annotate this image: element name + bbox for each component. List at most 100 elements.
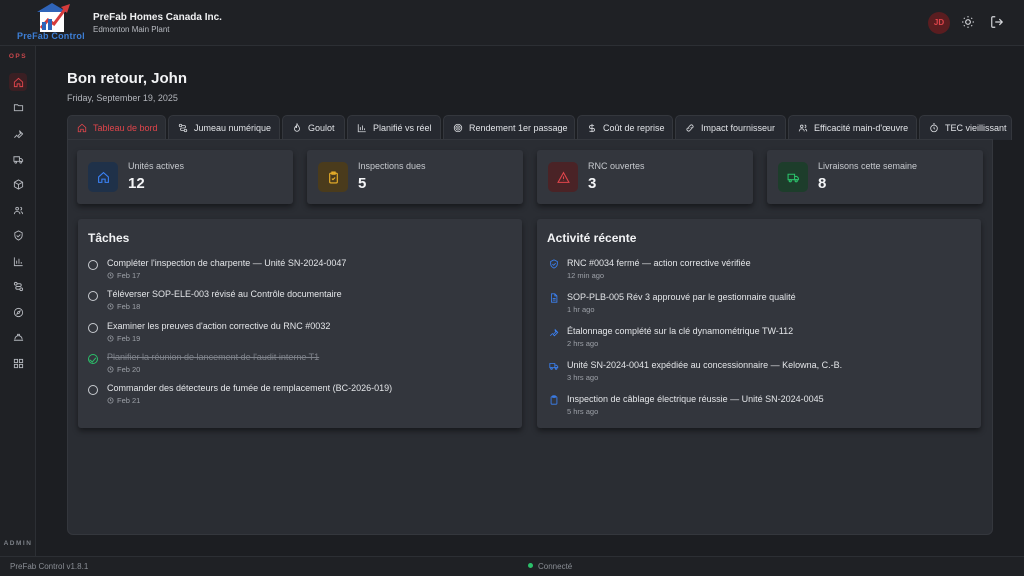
stat-card-inspections-due[interactable]: Inspections dues 5 — [307, 150, 523, 204]
stat-card-deliveries[interactable]: Livraisons cette semaine 8 — [767, 150, 983, 204]
tab-aging-wip[interactable]: TEC vieillissant — [919, 115, 1012, 140]
users-icon — [798, 124, 808, 132]
route-icon — [13, 281, 23, 291]
task-text: Planifier la réunion de lancement de l'a… — [107, 352, 320, 362]
task-text: Examiner les preuves d'action corrective… — [107, 321, 331, 331]
tab-rework-cost[interactable]: Coût de reprise — [577, 115, 673, 140]
activity-text: Inspection de câblage électrique réussie… — [567, 394, 824, 404]
task-checkbox[interactable] — [88, 291, 98, 301]
sidebar-item-safety[interactable] — [9, 328, 27, 346]
status-dot-icon — [528, 563, 533, 568]
activity-item[interactable]: Inspection de câblage électrique réussie… — [549, 394, 969, 424]
activity-time: 3 hrs ago — [567, 373, 599, 382]
task-item: Examiner les preuves d'action corrective… — [88, 321, 508, 349]
task-checkbox[interactable] — [88, 323, 98, 333]
warning-icon — [556, 171, 570, 183]
sidebar-item-apps[interactable] — [9, 354, 27, 372]
stat-card-open-ncr[interactable]: RNC ouvertes 3 — [537, 150, 753, 204]
home-icon — [77, 123, 87, 133]
logout-icon[interactable] — [990, 15, 1004, 29]
sidebar-item-inventory[interactable] — [9, 175, 27, 193]
app-version: PreFab Control v1.8.1 — [10, 562, 89, 571]
clipboard-icon — [550, 395, 558, 405]
task-due-date: Feb 21 — [107, 396, 140, 405]
tasks-title: Tâches — [88, 231, 130, 245]
clock-icon — [107, 366, 114, 373]
activity-card: Activité récente RNC #0034 fermé — actio… — [537, 219, 981, 428]
sidebar-item-documents[interactable] — [9, 98, 27, 116]
sun-icon[interactable] — [961, 15, 975, 29]
activity-item[interactable]: Étalonnage complété sur la clé dynamomét… — [549, 326, 969, 356]
task-due-date: Feb 17 — [107, 271, 140, 280]
tab-label: Planifié vs réel — [373, 123, 432, 133]
clock-icon — [107, 303, 114, 310]
page-title: Bon retour, John — [67, 70, 187, 87]
tab-supplier-impact[interactable]: Impact fournisseur — [675, 115, 786, 140]
sidebar-item-reports[interactable] — [9, 252, 27, 270]
stat-icon-bg — [778, 162, 808, 192]
task-checkbox[interactable] — [88, 385, 98, 395]
stat-value: 12 — [128, 175, 145, 192]
sidebar-item-quality[interactable] — [9, 226, 27, 244]
stat-value: 8 — [818, 175, 827, 192]
activity-time: 12 min ago — [567, 271, 605, 280]
stat-card-active-units[interactable]: Unités actives 12 — [77, 150, 293, 204]
sidebar-item-deliveries[interactable] — [9, 150, 27, 168]
activity-text: Étalonnage complété sur la clé dynamomét… — [567, 326, 794, 336]
activity-text: RNC #0034 fermé — action corrective véri… — [567, 258, 751, 268]
company-name: PreFab Homes Canada Inc. — [93, 12, 222, 23]
task-checkbox[interactable] — [88, 260, 98, 270]
tab-label: Goulot — [308, 123, 335, 133]
target-icon — [453, 123, 463, 133]
document-icon — [551, 293, 558, 303]
tab-label: Tableau de bord — [93, 123, 158, 133]
stat-label: Inspections dues — [358, 161, 426, 171]
sidebar-item-workflow[interactable] — [9, 277, 27, 295]
activity-time: 2 hrs ago — [567, 339, 599, 348]
flame-icon — [294, 123, 300, 132]
stat-icon-bg — [548, 162, 578, 192]
task-text: Compléter l'inspection de charpente — Un… — [107, 258, 347, 268]
route-icon — [178, 123, 188, 133]
tab-first-pass-yield[interactable]: Rendement 1er passage — [443, 115, 575, 140]
sidebar-item-users[interactable] — [9, 201, 27, 219]
chart-icon — [357, 124, 366, 133]
activity-time: 5 hrs ago — [567, 407, 599, 416]
clipboard-check-icon — [328, 171, 338, 183]
activity-item[interactable]: RNC #0034 fermé — action corrective véri… — [549, 258, 969, 288]
sidebar-section-ops: OPS — [8, 53, 28, 60]
tab-bottleneck[interactable]: Goulot — [282, 115, 345, 140]
grid-icon — [13, 358, 23, 368]
clock-icon — [107, 397, 114, 404]
dollar-icon — [589, 123, 595, 133]
activity-item[interactable]: Unité SN-2024-0041 expédiée au concessio… — [549, 360, 969, 390]
status-bar: PreFab Control v1.8.1 Connecté — [0, 556, 1024, 576]
sidebar-item-home[interactable] — [9, 73, 27, 91]
tab-digital-twin[interactable]: Jumeau numérique — [168, 115, 280, 140]
clock-icon — [107, 335, 114, 342]
stat-icon-bg — [318, 162, 348, 192]
truck-icon — [787, 173, 799, 182]
sidebar-item-explore[interactable] — [9, 303, 27, 321]
wrench-icon — [549, 328, 559, 337]
task-text: Téléverser SOP-ELE-003 révisé au Contrôl… — [107, 289, 342, 299]
sidebar: OPS ADMIN — [0, 46, 36, 556]
connection-label: Connecté — [538, 562, 573, 571]
clock-icon — [107, 272, 114, 279]
chart-icon — [13, 256, 23, 266]
tab-dashboard[interactable]: Tableau de bord — [67, 115, 166, 140]
plant-name[interactable]: Edmonton Main Plant — [93, 25, 170, 34]
task-checkbox-checked[interactable] — [88, 354, 98, 364]
sidebar-section-admin[interactable]: ADMIN — [0, 540, 36, 547]
tab-planned-vs-actual[interactable]: Planifié vs réel — [347, 115, 441, 140]
tab-labor-efficiency[interactable]: Efficacité main-d'œuvre — [788, 115, 917, 140]
stat-label: Unités actives — [128, 161, 185, 171]
sidebar-item-tools[interactable] — [9, 124, 27, 142]
activity-item[interactable]: SOP-PLB-005 Rév 3 approuvé par le gestio… — [549, 292, 969, 322]
link-icon — [686, 124, 694, 132]
stat-value: 3 — [588, 175, 597, 192]
truck-icon — [12, 155, 23, 164]
user-avatar[interactable]: JD — [928, 12, 950, 34]
compass-icon — [13, 307, 23, 317]
task-text: Commander des détecteurs de fumée de rem… — [107, 383, 393, 393]
